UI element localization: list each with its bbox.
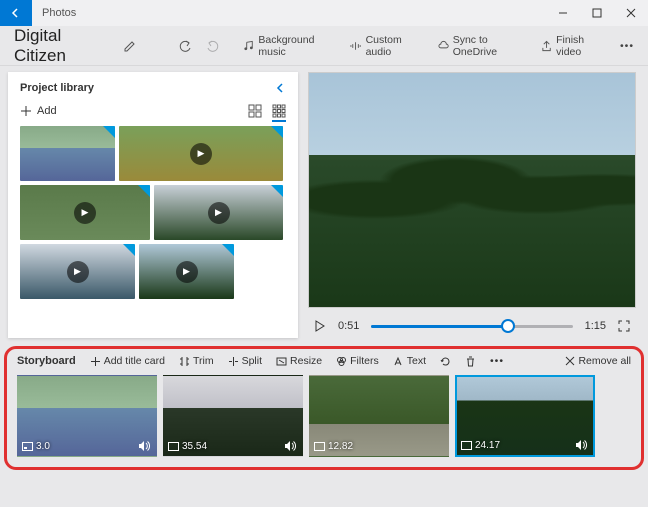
rename-button[interactable]: [123, 39, 137, 53]
add-title-card-button[interactable]: Add title card: [90, 355, 165, 367]
close-button[interactable]: [614, 0, 648, 26]
background-music-button[interactable]: Background music: [243, 34, 338, 58]
library-item[interactable]: ▶: [20, 185, 150, 240]
minimize-button[interactable]: [546, 0, 580, 26]
project-library-panel: Project library Add ▶: [8, 72, 298, 338]
delete-button[interactable]: [465, 356, 476, 367]
storyboard-clip[interactable]: 3.0: [17, 375, 157, 457]
sync-button[interactable]: Sync to OneDrive: [438, 34, 529, 58]
audio-icon: [284, 440, 296, 452]
more-button[interactable]: •••: [620, 40, 634, 52]
resize-icon: [276, 356, 287, 367]
current-time: 0:51: [338, 320, 359, 332]
plus-icon: [90, 356, 101, 367]
card-icon: [22, 442, 33, 451]
trim-button[interactable]: Trim: [179, 355, 214, 367]
titlebar: Photos: [0, 0, 648, 26]
library-item[interactable]: ▶: [139, 244, 234, 299]
video-preview[interactable]: [308, 72, 636, 308]
library-item[interactable]: ▶: [154, 185, 283, 240]
more-storyboard-button[interactable]: •••: [490, 355, 504, 367]
back-button[interactable]: [0, 0, 32, 26]
duration: 1:15: [585, 320, 606, 332]
resize-button[interactable]: Resize: [276, 355, 322, 367]
video-icon: [461, 441, 472, 450]
storyboard-clip[interactable]: 12.82: [309, 375, 449, 457]
audio-icon: [575, 439, 587, 451]
audio-icon: [350, 40, 361, 52]
seek-slider[interactable]: [371, 325, 572, 328]
storyboard-clip[interactable]: 24.17: [455, 375, 595, 457]
play-icon: ▶: [67, 261, 89, 283]
remove-all-button[interactable]: Remove all: [565, 355, 631, 367]
custom-audio-button[interactable]: Custom audio: [350, 34, 425, 58]
library-item[interactable]: ▶: [119, 126, 283, 181]
rotate-button[interactable]: [440, 356, 451, 367]
filters-button[interactable]: Filters: [336, 355, 379, 367]
plus-icon: [20, 105, 32, 117]
play-icon: ▶: [74, 202, 96, 224]
trash-icon: [465, 356, 476, 367]
video-icon: [168, 442, 179, 451]
storyboard-panel: Storyboard Add title card Trim Split Res…: [4, 346, 644, 470]
view-large-button[interactable]: [248, 104, 262, 118]
filters-icon: [336, 356, 347, 367]
export-icon: [541, 40, 552, 52]
app-title: Photos: [32, 7, 546, 19]
header: Digital Citizen Background music Custom …: [0, 26, 648, 66]
text-button[interactable]: Text: [393, 355, 426, 367]
cloud-icon: [438, 40, 449, 52]
redo-button[interactable]: [205, 39, 219, 53]
rotate-icon: [440, 356, 451, 367]
split-icon: [228, 356, 239, 367]
close-icon: [565, 356, 575, 366]
library-item[interactable]: [20, 126, 115, 181]
play-icon: ▶: [208, 202, 230, 224]
storyboard-clip[interactable]: 35.54: [163, 375, 303, 457]
project-title: Digital Citizen: [14, 26, 111, 66]
undo-button[interactable]: [179, 39, 193, 53]
play-button[interactable]: [314, 320, 326, 332]
trim-icon: [179, 356, 190, 367]
storyboard-clips: 3.0 35.54 12.82 24.17: [17, 375, 631, 457]
split-button[interactable]: Split: [228, 355, 262, 367]
text-icon: [393, 356, 404, 367]
storyboard-title: Storyboard: [17, 355, 76, 367]
play-icon: ▶: [190, 143, 212, 165]
maximize-button[interactable]: [580, 0, 614, 26]
audio-icon: [138, 440, 150, 452]
finish-video-button[interactable]: Finish video: [541, 34, 608, 58]
library-thumbnails: ▶ ▶ ▶ ▶ ▶: [20, 126, 286, 328]
view-small-button[interactable]: [272, 104, 286, 118]
music-icon: [243, 40, 254, 52]
fullscreen-button[interactable]: [618, 320, 630, 332]
collapse-library-button[interactable]: [276, 83, 286, 93]
video-icon: [314, 442, 325, 451]
play-icon: ▶: [176, 261, 198, 283]
add-media-button[interactable]: Add: [20, 105, 57, 117]
library-item[interactable]: ▶: [20, 244, 135, 299]
library-title: Project library: [20, 82, 94, 94]
preview-panel: 0:51 1:15: [298, 66, 648, 344]
